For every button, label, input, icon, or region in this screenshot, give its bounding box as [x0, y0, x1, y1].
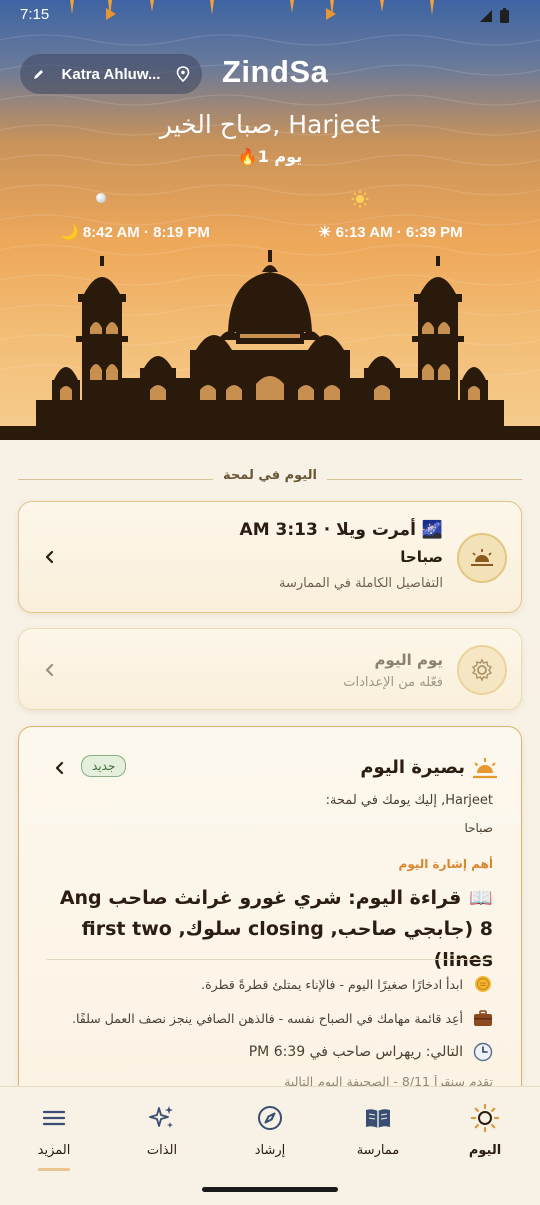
tip-item: ابدأ ادخارًا صغيرًا اليوم - فالإناء يمتل…: [47, 973, 493, 995]
location-selector[interactable]: Katra Ahluw...: [20, 54, 202, 94]
golden-temple-silhouette: [0, 250, 540, 440]
sun-position-icon: [351, 190, 369, 208]
sparkles-icon: [149, 1106, 173, 1128]
book-icon: [366, 1109, 390, 1128]
insight-divider: [47, 959, 493, 960]
tip-text: أعِد قائمة مهامك في الصباح نفسه - فالذهن…: [72, 1010, 463, 1026]
clock-icon: [473, 1042, 493, 1062]
pencil-icon: [34, 70, 43, 79]
app-brand: ZindSa: [222, 54, 329, 89]
streak-badge: 🔥1 يوم: [237, 147, 303, 166]
chevron-left-icon[interactable]: [43, 550, 57, 564]
day-card-subtitle: فعّله من الإعدادات: [343, 675, 443, 690]
nav-label: الذات: [146, 1143, 178, 1158]
insight-title: بصيرة اليوم: [360, 757, 465, 778]
signal-battery-icon: [480, 8, 509, 23]
insight-greeting: Harjeet, إليك يومك في لمحة:: [325, 793, 493, 808]
section-header: اليوم في لمحة: [18, 468, 522, 490]
open-book-icon: 📖: [469, 887, 493, 909]
nav-more-indicator: [38, 1168, 70, 1171]
day-card-title: يوم اليوم: [374, 651, 443, 669]
briefcase-icon: [473, 1008, 493, 1028]
status-time: 7:15: [20, 6, 50, 23]
nav-self[interactable]: الذات: [122, 1103, 202, 1158]
amrit-vela-card[interactable]: 🌌 أمرت ويلا · 3:13 AM صباحا التفاصيل الك…: [18, 501, 522, 613]
nav-guide[interactable]: إرشاد: [230, 1103, 310, 1158]
amrit-vela-subtitle: صباحا: [400, 548, 443, 566]
sunrise-icon: [457, 533, 507, 583]
nav-more[interactable]: المزيد: [14, 1103, 94, 1158]
settings-gear-icon: [457, 645, 507, 695]
nav-practice[interactable]: ممارسة: [338, 1103, 418, 1158]
home-gesture-handle[interactable]: [202, 1187, 338, 1192]
nav-label: ممارسة: [356, 1143, 400, 1158]
chevron-left-icon[interactable]: [53, 761, 67, 775]
daily-reading: 📖قراءة اليوم: شري غورو غرانث صاحب Ang 8 …: [47, 883, 493, 976]
location-text: Katra Ahluw...: [61, 65, 161, 83]
nav-label: اليوم: [468, 1143, 502, 1158]
tip-item: التالي: ريهراس صاحب في 6:39 PM: [47, 1041, 493, 1063]
insight-mood: صباحا: [464, 821, 493, 835]
sun-icon: [470, 1103, 500, 1133]
tip-text: ابدأ ادخارًا صغيرًا اليوم - فالإناء يمتل…: [201, 976, 463, 992]
tip-text: التالي: ريهراس صاحب في 6:39 PM: [248, 1044, 463, 1060]
amrit-vela-hint: التفاصيل الكاملة في الممارسة: [279, 576, 443, 591]
hero-banner: 7:15 Katra Ahluw... ZindSa صباح الخير, H…: [0, 0, 540, 440]
tip-item: أعِد قائمة مهامك في الصباح نفسه - فالذهن…: [47, 1007, 493, 1029]
moonrise-moonset-times: 🌙 8:42 AM · 8:19 PM: [60, 224, 210, 241]
compass-icon: [258, 1106, 282, 1130]
nav-label: المزيد: [37, 1143, 71, 1158]
sunrise-sunset-times: ☀ 6:13 AM · 6:39 PM: [318, 224, 463, 241]
day-of-day-card[interactable]: يوم اليوم فعّله من الإعدادات: [18, 628, 522, 710]
section-label: اليوم في لمحة: [213, 468, 327, 483]
sunrise-icon: [473, 758, 497, 779]
highlight-heading: أهم إشارة اليوم: [398, 857, 493, 871]
nav-today[interactable]: اليوم: [445, 1103, 525, 1158]
moon-position-icon: [96, 193, 106, 203]
bottom-navigation: اليوم ممارسة إرشاد الذات المزيد: [0, 1086, 540, 1174]
greeting-text: صباح الخير, Harjeet: [159, 110, 381, 139]
amrit-vela-title: 🌌 أمرت ويلا · 3:13 AM: [239, 520, 443, 540]
menu-icon: [42, 1110, 66, 1126]
new-badge: جديد: [81, 755, 127, 777]
location-pin-icon: [176, 66, 190, 82]
status-bar: 7:15: [0, 0, 540, 32]
nav-label: إرشاد: [254, 1143, 286, 1158]
coin-icon: [473, 974, 493, 994]
daily-insight-card[interactable]: بصيرة اليوم جديد Harjeet, إليك يومك في ل…: [18, 726, 522, 1106]
chevron-left-icon[interactable]: [43, 663, 57, 677]
